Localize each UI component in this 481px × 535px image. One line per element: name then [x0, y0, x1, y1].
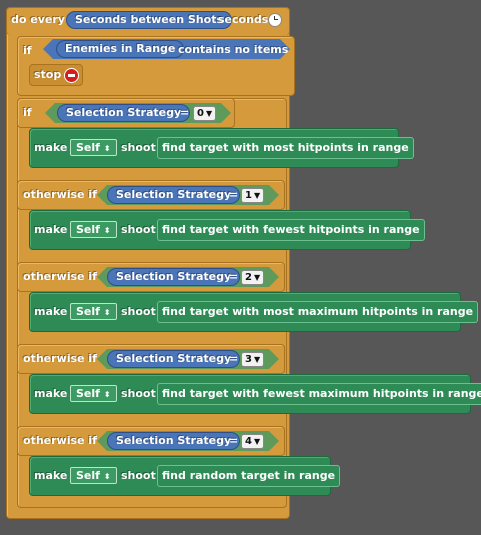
if-label: if: [23, 44, 32, 57]
branch-2-target-reporter[interactable]: find target with most maximum hitpoints …: [157, 301, 479, 323]
branch-1-keyword: otherwise if: [23, 188, 97, 201]
branch-2-strategy-var[interactable]: Selection Strategy: [107, 268, 241, 286]
branch-4-keyword: otherwise if: [23, 434, 97, 447]
branch-1-op: =: [229, 188, 239, 201]
branch-1-value-dropdown[interactable]: 1 ▼: [241, 188, 265, 203]
branch-4-target-reporter[interactable]: find random target in range: [157, 465, 341, 487]
do-every-label: do every: [11, 13, 65, 26]
stop-sign-icon: [64, 68, 79, 83]
branch-0-target-reporter[interactable]: find target with most hitpoints in range: [157, 137, 414, 159]
seconds-label: seconds: [218, 13, 269, 26]
branch-2-make-label: make: [34, 305, 68, 318]
branch-2-keyword: otherwise if: [23, 270, 97, 283]
branch-1-target-reporter[interactable]: find target with fewest hitpoints in ran…: [157, 219, 425, 241]
enemies-in-range-var[interactable]: Enemies in Range: [56, 40, 185, 58]
clock-icon: [268, 13, 282, 27]
branch-1-strategy-var[interactable]: Selection Strategy: [107, 186, 241, 204]
contains-no-items-label: contains no items: [178, 43, 289, 56]
branch-0-op: =: [180, 106, 190, 119]
branch-0-make-label: make: [34, 141, 68, 154]
branch-1-shoot-label: shoot: [121, 223, 156, 236]
branch-2-op: =: [229, 270, 239, 283]
branch-3-make-label: make: [34, 387, 68, 400]
branch-4-op: =: [229, 434, 239, 447]
branch-3-self-dropdown[interactable]: Self ⬍: [70, 385, 117, 402]
branch-3-value-dropdown[interactable]: 3 ▼: [241, 352, 265, 367]
branch-4-strategy-var[interactable]: Selection Strategy: [107, 432, 241, 450]
branch-4-self-dropdown[interactable]: Self ⬍: [70, 467, 117, 484]
branch-0-keyword: if: [23, 106, 32, 119]
branch-3-op: =: [229, 352, 239, 365]
branch-3-keyword: otherwise if: [23, 352, 97, 365]
branch-0-self-dropdown[interactable]: Self ⬍: [70, 139, 117, 156]
branch-3-shoot-label: shoot: [121, 387, 156, 400]
branch-2-value-dropdown[interactable]: 2 ▼: [241, 270, 265, 285]
seconds-between-shots-var[interactable]: Seconds between Shots: [66, 11, 232, 29]
branch-1-self-dropdown[interactable]: Self ⬍: [70, 221, 117, 238]
branch-1-make-label: make: [34, 223, 68, 236]
branch-2-shoot-label: shoot: [121, 305, 156, 318]
branch-3-strategy-var[interactable]: Selection Strategy: [107, 350, 241, 368]
branch-0-strategy-var[interactable]: Selection Strategy: [57, 104, 191, 122]
branch-2-self-dropdown[interactable]: Self ⬍: [70, 303, 117, 320]
branch-3-target-reporter[interactable]: find target with fewest maximum hitpoint…: [157, 383, 481, 405]
branch-4-shoot-label: shoot: [121, 469, 156, 482]
branch-0-shoot-label: shoot: [121, 141, 156, 154]
stop-label: stop: [34, 68, 62, 81]
branch-4-value-dropdown[interactable]: 4 ▼: [241, 434, 265, 449]
branch-0-value-dropdown[interactable]: 0 ▼: [193, 106, 217, 121]
branch-4-make-label: make: [34, 469, 68, 482]
